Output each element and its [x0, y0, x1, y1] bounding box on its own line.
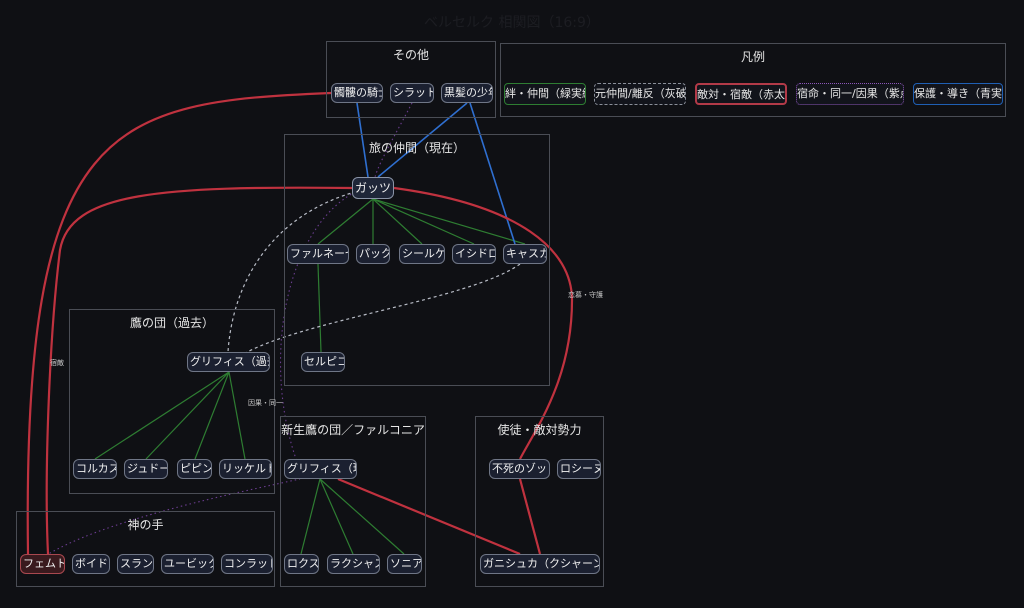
- group-apostles-label: 使徒・敵対勢力: [497, 423, 582, 437]
- node-rakshas[interactable]: ラクシャス: [327, 554, 380, 574]
- node-slan[interactable]: スラン: [117, 554, 154, 574]
- node-isidro[interactable]: イシドロ: [452, 244, 496, 264]
- group-legend: 凡例: [500, 43, 1006, 117]
- group-other-label: その他: [392, 48, 429, 62]
- edge-label-griffith-link: 因果・同一: [248, 399, 283, 407]
- node-schierke[interactable]: シールケ: [399, 244, 445, 264]
- group-companions-label: 旅の仲間（現在）: [368, 141, 465, 155]
- node-skull-knight[interactable]: 髑髏の騎士: [331, 83, 383, 103]
- group-new-hawks-label: 新生鷹の団／ファルコニア: [281, 423, 425, 437]
- node-judeau[interactable]: ジュドー: [124, 459, 168, 479]
- node-femto[interactable]: フェムト: [20, 554, 65, 574]
- node-black-haired-boy[interactable]: 黒髪の少年: [441, 83, 493, 103]
- node-serpico[interactable]: セルピコ: [301, 352, 345, 372]
- node-guts[interactable]: ガッツ: [352, 177, 394, 199]
- node-puck[interactable]: パック: [356, 244, 390, 264]
- legend-item-enemy: 敵対・宿敵（赤太線）: [695, 83, 787, 105]
- group-godhand: 神の手: [16, 511, 275, 587]
- node-sonia[interactable]: ソニア: [387, 554, 422, 574]
- node-griffith-now[interactable]: グリフィス（現）: [284, 459, 357, 479]
- node-griffith-past[interactable]: グリフィス（過去）: [187, 352, 270, 372]
- node-void[interactable]: ボイド: [72, 554, 110, 574]
- group-godhand-label: 神の手: [127, 518, 164, 532]
- group-legend-label: 凡例: [740, 50, 765, 64]
- node-ubik[interactable]: ユービック: [161, 554, 214, 574]
- node-locus[interactable]: ロクス: [284, 554, 319, 574]
- node-rickert[interactable]: リッケルト: [219, 459, 272, 479]
- node-ganishka[interactable]: ガニシュカ（クシャーン皇帝）: [480, 554, 600, 574]
- node-silat[interactable]: シラット: [390, 83, 434, 103]
- group-other: その他: [326, 41, 496, 118]
- edge-label-femto-guts: 宿敵: [50, 359, 64, 367]
- legend-item-former: 元仲間/離反（灰破線）: [594, 83, 686, 105]
- edge-label-casca-guts: 恋慕・守護: [568, 291, 603, 299]
- node-farnese[interactable]: ファルネーゼ: [287, 244, 349, 264]
- node-rosine[interactable]: ロシーヌ: [557, 459, 601, 479]
- node-conrad[interactable]: コンラッド: [221, 554, 273, 574]
- group-hawks-past-label: 鷹の団（過去）: [129, 316, 214, 330]
- legend-item-bond: 絆・仲間（緑実線）: [504, 83, 586, 105]
- node-casca[interactable]: キャスカ: [503, 244, 547, 264]
- legend-item-fate: 宿命・同一/因果（紫点線）: [796, 83, 904, 105]
- node-zodd[interactable]: 不死のゾッド: [489, 459, 550, 479]
- legend-item-guard: 保護・導き（青実線）: [913, 83, 1003, 105]
- node-pippin[interactable]: ピピン: [177, 459, 212, 479]
- node-corkus[interactable]: コルカス: [73, 459, 117, 479]
